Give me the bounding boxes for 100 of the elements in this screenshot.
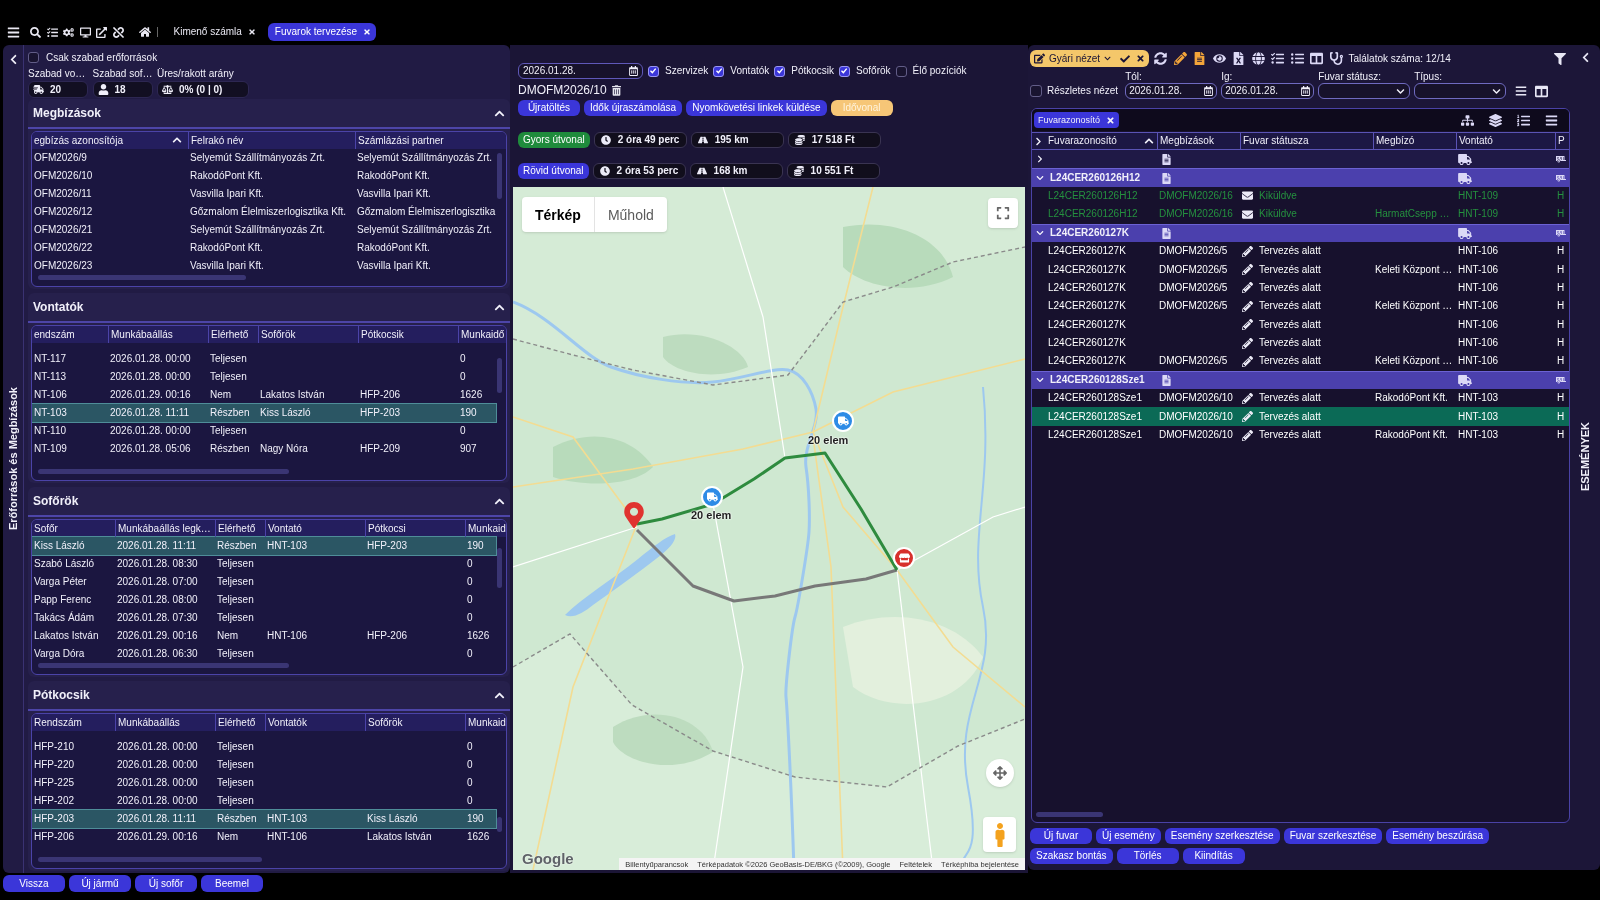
table-row[interactable]: OFM2026/11 Vasvilla Ipari Kft. Vasvilla Ipari Kft. — [32, 185, 496, 203]
hierarchy-icon[interactable] — [1461, 113, 1474, 127]
chevron-down-icon[interactable] — [1396, 86, 1406, 96]
table-row[interactable]: L24CER260126H12 DMOFM2026/16 Kiküldve HarmatCsepp … HNT-109 H — [1032, 205, 1569, 224]
scrollbar[interactable] — [38, 857, 262, 862]
table-row[interactable]: OFM2026/9 Selyemút Szállítmányozás Zrt. Selyemút Szállítmányozás Zrt. — [32, 149, 496, 167]
column-header[interactable]: Vontató — [1456, 133, 1555, 149]
sort-icon[interactable] — [1144, 136, 1154, 146]
table-row[interactable]: L24CER260127K DMOFM2026/5 Tervezés alatt HNT-106 H — [1032, 241, 1569, 261]
group-chip[interactable]: Fuvarazonosító — [1034, 112, 1120, 128]
calendar-icon[interactable] — [629, 66, 638, 76]
date-field[interactable]: 2026.01.28. — [1221, 83, 1315, 99]
action-button[interactable]: Új sofőr — [135, 875, 197, 892]
map-pin-icon[interactable] — [624, 502, 644, 528]
column-header[interactable]: Vontatók — [265, 714, 365, 731]
numbered-list-icon[interactable] — [1517, 113, 1530, 127]
table-row[interactable]: Varga Dóra 2026.01.28. 06:30 Teljesen 0 — [32, 645, 496, 663]
checkbox[interactable] — [774, 65, 786, 77]
group-row[interactable]: L24CER260127K — [1032, 223, 1569, 242]
action-button[interactable]: Esemény szerkesztése — [1164, 828, 1280, 844]
close-icon[interactable] — [1136, 54, 1145, 63]
column-header[interactable]: Elérhető — [208, 326, 258, 343]
table-row[interactable]: OFM2026/12 Gőzmalom Élelmiszerlogisztika Kft. Gőzmalom Élelmiszerlogisztika — [32, 203, 496, 221]
table-row[interactable]: Lakatos István 2026.01.29. 00:16 Nem HNT-106 HFP-206 1626 — [32, 627, 496, 645]
table-row[interactable]: Szabó László 2026.01.28. 08:30 Teljesen 0 — [32, 555, 496, 573]
table-row[interactable]: L24CER260127K DMOFM2026/5 Tervezés alatt Keleti Központ … HNT-106 H — [1032, 297, 1569, 316]
action-button[interactable]: Törlés — [1116, 848, 1179, 864]
monitor-icon[interactable] — [79, 26, 91, 38]
table-row[interactable]: OFM2026/23 Vasvilla Ipari Kft. Vasvilla Ipari Kft. — [32, 257, 496, 275]
table-row[interactable]: L24CER260127K Tervezés alatt HNT-106 H — [1032, 315, 1569, 334]
external-link-icon[interactable] — [96, 26, 107, 38]
table-row[interactable]: NT-117 2026.01.28. 00:00 Teljesen 0 — [32, 350, 496, 368]
map-type-tab[interactable]: Térkép — [522, 197, 594, 232]
table-row[interactable]: L24CER260128Sze1 DMOFM2026/10 Tervezés alatt RakodóPont Kft. HNT-103 H — [1032, 389, 1569, 408]
globe-icon[interactable] — [1251, 52, 1265, 65]
table-row[interactable]: NT-113 2026.01.28. 00:00 Teljesen 0 — [32, 368, 496, 386]
stethoscope-icon[interactable] — [1329, 52, 1343, 65]
column-header[interactable]: Számlázási partner — [355, 132, 506, 149]
column-header[interactable]: P — [1555, 133, 1568, 149]
check-icon[interactable] — [1120, 53, 1130, 64]
table-row[interactable]: HFP-202 2026.01.28. 00:00 Teljesen 0 — [32, 792, 496, 810]
move-icon[interactable] — [993, 766, 1007, 780]
table-row[interactable]: HFP-203 2026.01.28. 11:11 Részben HNT-103 Kiss László 190 — [32, 810, 496, 828]
columns-icon[interactable] — [1310, 52, 1323, 65]
column-header[interactable]: endszám — [32, 326, 108, 343]
table-row[interactable]: L24CER260126H12 DMOFM2026/16 Kiküldve HNT-109 H — [1032, 186, 1569, 206]
chevron-down-icon[interactable] — [1104, 55, 1112, 62]
route-label[interactable]: Gyors útvonal — [518, 132, 590, 148]
column-header[interactable]: Sofőrök — [365, 714, 465, 731]
chevron-down-icon[interactable] — [1036, 376, 1044, 385]
column-header[interactable]: Munkaidő — [458, 326, 506, 343]
scrollbar[interactable] — [497, 153, 502, 199]
fullscreen-icon[interactable] — [996, 206, 1010, 220]
group-row[interactable]: L24CER260128Sze1 — [1032, 370, 1569, 390]
table-row[interactable]: Kiss László 2026.01.28. 11:11 Részben HNT-103 HFP-203 190 — [32, 537, 496, 555]
list-icon[interactable] — [1290, 52, 1304, 65]
date-field[interactable]: 2026.01.28. — [518, 63, 643, 79]
calendar-icon[interactable] — [1301, 86, 1311, 96]
action-button[interactable]: Idők újraszámolása — [584, 100, 683, 116]
calendar-icon[interactable] — [1204, 86, 1214, 96]
action-button[interactable]: Beemel — [201, 875, 263, 892]
checkbox[interactable] — [1030, 85, 1042, 97]
map-type-tab[interactable]: Műhold — [593, 197, 667, 232]
chevron-down-icon[interactable] — [1036, 229, 1044, 238]
checkbox[interactable] — [648, 65, 659, 77]
columns-icon[interactable] — [1535, 84, 1549, 98]
checkbox[interactable] — [895, 65, 907, 77]
select-field[interactable] — [1318, 83, 1411, 99]
tab[interactable]: Kimenő számla — [166, 23, 261, 41]
scrollbar[interactable] — [38, 275, 246, 280]
scrollbar[interactable] — [497, 358, 502, 393]
eye-icon[interactable] — [1212, 52, 1226, 65]
table-row[interactable]: HFP-225 2026.01.28. 00:00 Teljesen 0 — [32, 774, 496, 792]
scrollbar[interactable] — [1036, 812, 1103, 817]
chevron-left-icon[interactable] — [8, 54, 18, 65]
column-header[interactable]: Elérhető — [215, 714, 265, 731]
group-row[interactable]: L24CER260126H12 — [1032, 168, 1569, 187]
chevron-left-icon[interactable] — [1580, 52, 1590, 63]
action-button[interactable]: Kiindítás — [1182, 848, 1245, 864]
chevron-down-icon[interactable] — [1492, 86, 1502, 96]
table-row[interactable]: L24CER260128Sze1 DMOFM2026/10 Tervezés alatt RakodóPont Kft. HNT-103 H — [1032, 425, 1569, 445]
column-header[interactable]: Sofőr — [32, 520, 115, 537]
checklist-icon[interactable] — [1271, 52, 1284, 65]
table-row[interactable]: Varga Péter 2026.01.28. 07:00 Teljesen 0 — [32, 573, 496, 591]
map-tile[interactable] — [513, 187, 1025, 870]
unlink-icon[interactable] — [112, 26, 124, 38]
action-button[interactable]: Fuvar szerkesztése — [1283, 828, 1383, 844]
column-header[interactable]: Rendszám — [32, 714, 115, 731]
file-icon[interactable] — [1193, 52, 1206, 65]
column-header[interactable]: Munkábaállás — [108, 326, 208, 343]
view-dropdown[interactable]: Gyári nézet — [1049, 52, 1112, 65]
action-button[interactable]: Szakasz bontás — [1030, 848, 1113, 864]
action-button[interactable]: Új jármű — [69, 875, 131, 892]
action-button[interactable]: Esemény beszúrása — [1386, 828, 1489, 844]
table-row[interactable]: OFM2026/10 RakodóPont Kft. RakodóPont Kft. — [32, 167, 496, 185]
table-row[interactable]: NT-109 2026.01.28. 05:06 Részben Nagy Nóra HFP-209 907 — [32, 440, 496, 458]
checkbox[interactable] — [839, 65, 851, 77]
action-button[interactable]: Vissza — [3, 875, 65, 892]
table-row[interactable]: OFM2026/21 Selyemút Szállítmányozás Zrt. Selyemút Szállítmányozás Zrt. — [32, 221, 496, 239]
column-header[interactable]: Felrakó név — [188, 132, 355, 149]
